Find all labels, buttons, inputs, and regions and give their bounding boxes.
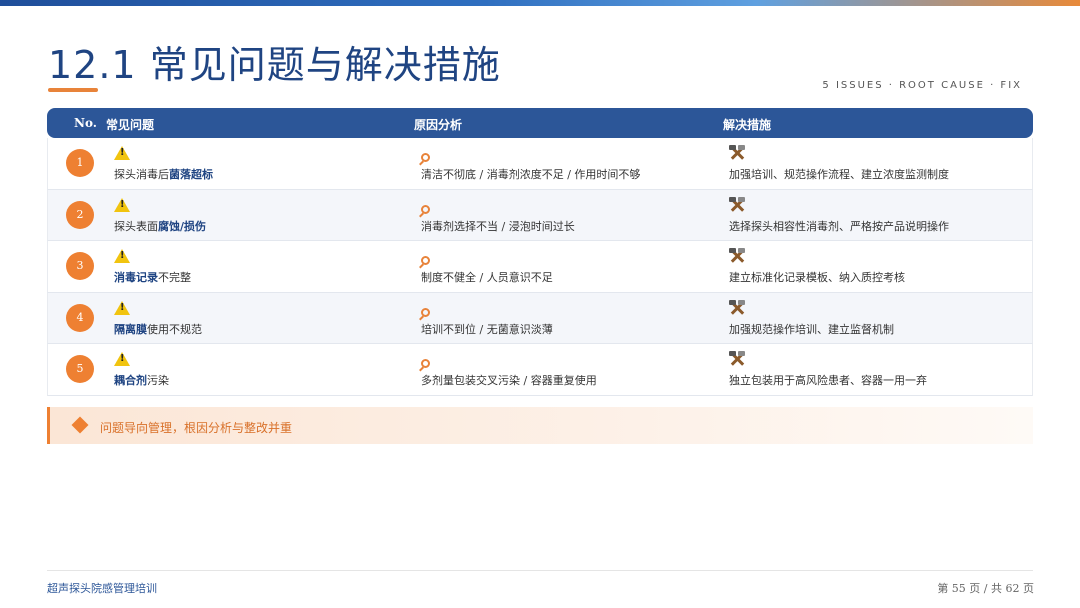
problem-text-post: 使用不规范 [147,322,202,336]
magnifier-icon [421,359,430,368]
problem-keyword: 消毒记录 [114,271,158,284]
page-number: 第 55 页 / 共 62 页 [937,582,1034,595]
fix-cell: 独立包装用于高风险患者、容器一用一弃 [729,351,927,388]
table-header: No. 常见问题 原因分析 解决措施 [47,108,1033,138]
table-body: 1探头消毒后菌落超标清洁不彻底 / 消毒剂浓度不足 / 作用时间不够加强培训、规… [47,138,1033,396]
tools-icon [729,248,745,264]
problem-cell: 探头表面腐蚀/损伤 [114,197,206,234]
fix-text: 独立包装用于高风险患者、容器一用一弃 [729,374,927,387]
table-row: 2探头表面腐蚀/损伤消毒剂选择不当 / 浸泡时间过长选择探头相容性消毒剂、严格按… [47,189,1033,241]
cause-text: 消毒剂选择不当 / 浸泡时间过长 [421,219,575,233]
cause-cell: 清洁不彻底 / 消毒剂浓度不足 / 作用时间不够 [421,145,640,182]
fix-text: 建立标准化记录模板、纳入质控考核 [729,271,905,284]
warning-icon [114,249,130,263]
problem-keyword: 菌落超标 [169,168,213,181]
diamond-icon [71,416,89,434]
table-row: 5耦合剂污染多剂量包装交叉污染 / 容器重复使用独立包装用于高风险患者、容器一用… [47,344,1033,396]
cause-cell: 培训不到位 / 无菌意识淡薄 [421,300,553,337]
summary-callout: 问题导向管理，根因分析与整改并重 [47,407,1033,444]
problem-keyword: 隔离膜 [114,322,147,336]
col-header-cause: 原因分析 [414,118,463,132]
row-number-badge: 2 [66,200,94,229]
tools-icon [729,145,745,161]
title-underline [48,88,98,92]
footer-course-title: 超声探头院感管理培训 [47,582,157,595]
col-header-no: No. [74,116,97,130]
footer-divider [47,570,1033,571]
cause-text: 多剂量包装交叉污染 / 容器重复使用 [421,374,597,387]
problem-text-post: 污染 [147,374,169,387]
magnifier-icon [421,307,430,317]
col-header-problem: 常见问题 [106,118,155,132]
top-gradient-bar [0,0,1080,6]
tools-icon [729,351,745,367]
problem-text-pre: 探头消毒后 [114,168,169,181]
page-subtitle: 5 ISSUES · ROOT CAUSE · FIX [822,80,1022,91]
magnifier-icon [421,256,430,265]
problem-cell: 耦合剂污染 [114,351,169,388]
problem-keyword: 耦合剂 [114,374,147,387]
problem-cell: 隔离膜使用不规范 [114,300,202,337]
cause-cell: 消毒剂选择不当 / 浸泡时间过长 [421,197,575,234]
cause-cell: 制度不健全 / 人员意识不足 [421,248,553,285]
warning-icon [114,197,130,212]
row-number-badge: 5 [66,355,94,383]
callout-text: 问题导向管理，根因分析与整改并重 [100,421,293,435]
table-row: 3消毒记录不完整制度不健全 / 人员意识不足建立标准化记录模板、纳入质控考核 [47,241,1033,293]
warning-icon [114,352,130,366]
tools-icon [729,196,745,213]
problem-cell: 消毒记录不完整 [114,248,191,285]
fix-cell: 加强规范操作培训、建立监督机制 [729,299,894,337]
warning-icon [114,300,130,315]
problem-keyword: 腐蚀/损伤 [158,219,207,233]
cause-cell: 多剂量包装交叉污染 / 容器重复使用 [421,351,597,388]
fix-text: 加强规范操作培训、建立监督机制 [729,322,894,336]
row-number-badge: 3 [66,252,94,280]
cause-text: 制度不健全 / 人员意识不足 [421,271,553,284]
magnifier-icon [421,204,430,214]
page-title: 12.1 常见问题与解决措施 [48,43,501,87]
issues-table: No. 常见问题 原因分析 解决措施 1探头消毒后菌落超标清洁不彻底 / 消毒剂… [47,108,1033,396]
col-header-fix: 解决措施 [723,118,772,132]
tools-icon [729,299,745,316]
fix-cell: 选择探头相容性消毒剂、严格按产品说明操作 [729,196,949,234]
problem-text-pre: 探头表面 [114,219,158,233]
row-number-badge: 4 [66,303,94,332]
problem-cell: 探头消毒后菌落超标 [114,145,213,182]
fix-text: 选择探头相容性消毒剂、严格按产品说明操作 [729,219,949,233]
row-number-badge: 1 [66,149,94,177]
magnifier-icon [421,153,430,162]
fix-cell: 加强培训、规范操作流程、建立浓度监测制度 [729,145,949,182]
fix-cell: 建立标准化记录模板、纳入质控考核 [729,248,905,285]
cause-text: 培训不到位 / 无菌意识淡薄 [421,322,553,336]
fix-text: 加强培训、规范操作流程、建立浓度监测制度 [729,168,949,181]
table-row: 1探头消毒后菌落超标清洁不彻底 / 消毒剂浓度不足 / 作用时间不够加强培训、规… [47,138,1033,190]
cause-text: 清洁不彻底 / 消毒剂浓度不足 / 作用时间不够 [421,168,641,181]
table-row: 4隔离膜使用不规范培训不到位 / 无菌意识淡薄加强规范操作培训、建立监督机制 [47,292,1033,344]
warning-icon [114,146,130,160]
problem-text-post: 不完整 [158,271,191,284]
